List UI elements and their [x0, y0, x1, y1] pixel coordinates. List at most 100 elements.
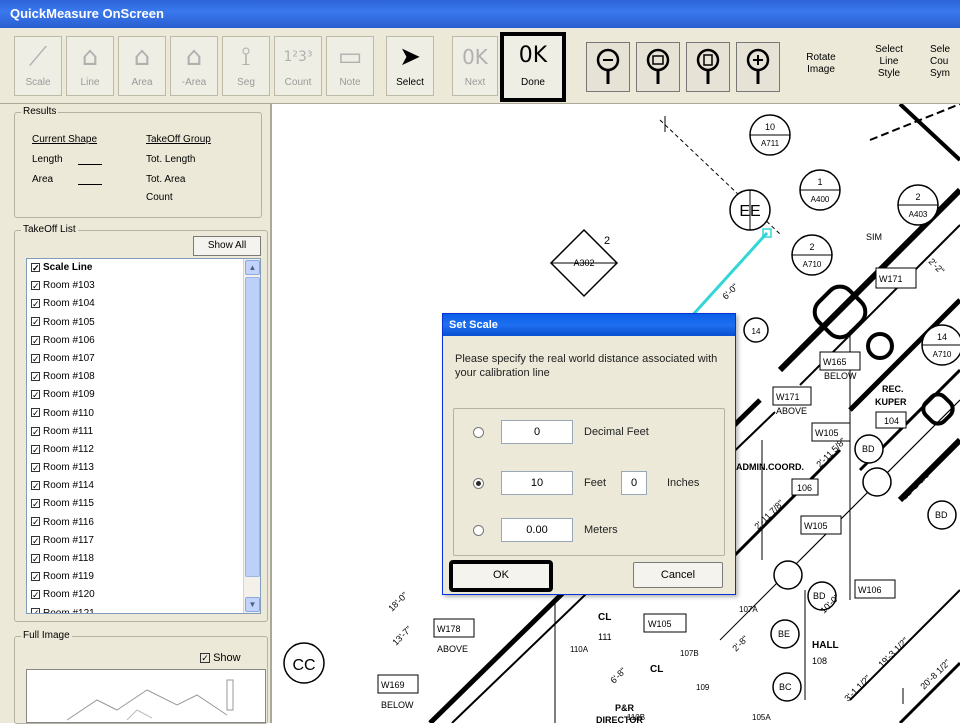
list-item[interactable]: ✓ Room #120: [27, 586, 260, 604]
scroll-down-icon[interactable]: ▼: [245, 597, 260, 612]
rec-label: REC.: [882, 384, 904, 394]
checkbox-icon[interactable]: ✓: [31, 590, 40, 600]
list-item-label: Room #115: [43, 498, 94, 510]
line-button[interactable]: ⌂ Line: [66, 36, 114, 96]
list-item[interactable]: ✓ Room #107: [27, 350, 260, 368]
checkbox-icon[interactable]: ✓: [31, 353, 40, 363]
list-item[interactable]: ✓ Room #121: [27, 605, 260, 614]
checkbox-icon[interactable]: ✓: [31, 535, 40, 545]
list-item[interactable]: ✓ Room #119: [27, 568, 260, 586]
feet-field[interactable]: 10: [501, 471, 573, 495]
zoom-fit-button[interactable]: [636, 42, 680, 92]
ok-button[interactable]: OK: [449, 560, 553, 592]
list-item[interactable]: ✓ Scale Line: [27, 259, 260, 277]
list-item[interactable]: ✓ Room #103: [27, 277, 260, 295]
w169-label: W169: [381, 680, 405, 690]
list-item-label: Room #121: [43, 607, 95, 614]
dim-6-0: 6'-0": [720, 282, 740, 302]
tag-14: 14: [937, 332, 947, 342]
checkbox-icon[interactable]: ✓: [31, 408, 40, 418]
seg-button[interactable]: ⟟ Seg: [222, 36, 270, 96]
rotate-image-button[interactable]: Rotate Image: [796, 52, 846, 76]
checkbox-icon[interactable]: ✓: [31, 262, 40, 272]
feet-inches-radio[interactable]: [473, 478, 484, 489]
inches-label: Inches: [667, 477, 700, 489]
list-item[interactable]: ✓ Room #108: [27, 368, 260, 386]
list-scrollbar[interactable]: ▲ ▼: [243, 259, 260, 613]
tag-2b: 2: [809, 242, 814, 252]
zoom-page-button[interactable]: [686, 42, 730, 92]
checkbox-icon[interactable]: ✓: [31, 608, 40, 613]
cancel-button[interactable]: Cancel: [633, 562, 723, 588]
list-item[interactable]: ✓ Room #113: [27, 459, 260, 477]
list-item[interactable]: ✓ Room #115: [27, 495, 260, 513]
next-button[interactable]: 0K Next: [452, 36, 498, 96]
meters-field[interactable]: 0.00: [501, 518, 573, 542]
zoom-out-button[interactable]: [586, 42, 630, 92]
checkbox-icon[interactable]: ✓: [31, 426, 40, 436]
checkbox-icon[interactable]: ✓: [31, 371, 40, 381]
checkbox-icon[interactable]: ✓: [31, 462, 40, 472]
decimal-feet-radio[interactable]: [473, 427, 484, 438]
list-item[interactable]: ✓ Room #117: [27, 532, 260, 550]
decimal-feet-field[interactable]: 0: [501, 420, 573, 444]
area-button[interactable]: ⌂ Area: [118, 36, 166, 96]
inches-field[interactable]: 0: [621, 471, 647, 495]
checkbox-icon[interactable]: ✓: [31, 317, 40, 327]
list-item-label: Room #108: [43, 371, 95, 383]
scroll-thumb[interactable]: [245, 277, 260, 577]
decimal-feet-label: Decimal Feet: [584, 426, 649, 438]
checkbox-icon[interactable]: ✓: [31, 444, 40, 454]
list-item[interactable]: ✓ Room #116: [27, 514, 260, 532]
cl-number-1: 111: [598, 632, 612, 642]
list-item[interactable]: ✓ Room #105: [27, 314, 260, 332]
checkbox-icon[interactable]: ✓: [31, 499, 40, 509]
meters-radio[interactable]: [473, 525, 484, 536]
count-icon: 1²3³: [283, 49, 313, 65]
list-item[interactable]: ✓ Room #111: [27, 423, 260, 441]
checkbox-icon[interactable]: ✓: [31, 517, 40, 527]
area-value-line: [78, 184, 102, 185]
ee-label: EE: [739, 203, 760, 220]
tot-length-label: Tot. Length: [146, 154, 196, 165]
checkbox-icon[interactable]: ✓: [31, 390, 40, 400]
house-minus-area-icon: ⌂: [185, 42, 203, 72]
tot-area-label: Tot. Area: [146, 174, 186, 185]
list-item[interactable]: ✓ Room #114: [27, 477, 260, 495]
list-item[interactable]: ✓ Room #104: [27, 295, 260, 313]
scroll-up-icon[interactable]: ▲: [245, 260, 260, 275]
list-item[interactable]: ✓ Room #106: [27, 332, 260, 350]
checkbox-icon[interactable]: ✓: [31, 281, 40, 291]
scale-button[interactable]: ⟋ Scale: [14, 36, 62, 96]
list-item-label: Room #118: [43, 553, 94, 564]
list-item[interactable]: ✓ Room #118: [27, 550, 260, 568]
ok-next-glyph: 0K: [462, 45, 488, 69]
checkbox-icon[interactable]: ✓: [31, 335, 40, 345]
zoom-in-button[interactable]: [736, 42, 780, 92]
select-button[interactable]: ➤ Select: [386, 36, 434, 96]
show-checkbox[interactable]: ✓ Show: [200, 652, 241, 664]
show-all-button[interactable]: Show All: [193, 236, 261, 256]
list-item[interactable]: ✓ Room #112: [27, 441, 260, 459]
checkbox-icon[interactable]: ✓: [31, 553, 40, 563]
room-104: 104: [884, 416, 899, 426]
area-label: Area: [32, 174, 54, 185]
room-107b: 107B: [680, 649, 699, 658]
checkbox-icon[interactable]: ✓: [31, 299, 40, 309]
list-item[interactable]: ✓ Room #110: [27, 405, 260, 423]
dim-2-2: 2'-2": [927, 256, 947, 276]
takeoff-list[interactable]: ✓ Scale Line ✓ Room #103 ✓ Room #104 ✓ Room #10…: [26, 258, 261, 614]
checkbox-icon[interactable]: ✓: [31, 481, 40, 491]
select-line-style-button[interactable]: Select Line Style: [872, 44, 906, 80]
room-110a: 110A: [570, 645, 589, 654]
kuper-label: KUPER: [875, 397, 907, 407]
count-button[interactable]: 1²3³ Count: [274, 36, 322, 96]
checkbox-icon[interactable]: ✓: [31, 572, 40, 582]
full-image-preview[interactable]: [26, 669, 266, 723]
done-button[interactable]: 0K Done: [500, 32, 566, 102]
select-count-symbol-button[interactable]: Sele Cou Sym: [930, 44, 960, 80]
note-button[interactable]: ▭ Note: [326, 36, 374, 96]
above-label: ABOVE: [776, 406, 807, 416]
minus-area-button[interactable]: ⌂ -Area: [170, 36, 218, 96]
list-item[interactable]: ✓ Room #109: [27, 386, 260, 404]
